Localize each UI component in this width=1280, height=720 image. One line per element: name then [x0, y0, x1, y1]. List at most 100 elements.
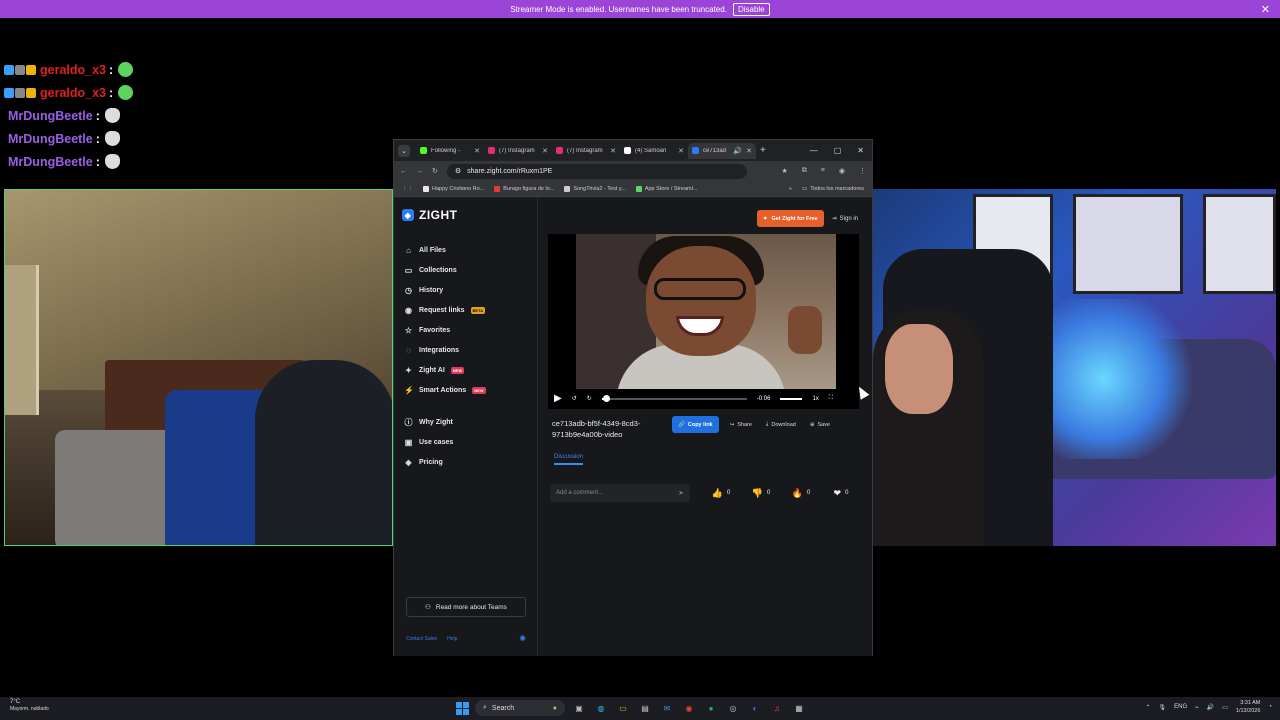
share-button[interactable]: ↪ Share [727, 416, 755, 433]
chat-overlay: geraldo_x3: geraldo_x3: MrDungBeetle: MrDun… [4, 58, 134, 173]
tab-close-icon[interactable]: ✕ [610, 147, 616, 155]
sidebar-item-all-files[interactable]: ⌂ All Files [402, 240, 529, 260]
browser-tab[interactable]: (7) Instagram ✕ [552, 143, 620, 159]
save-button[interactable]: ⊕ Save [807, 416, 833, 433]
close-icon[interactable]: ✕ [1261, 3, 1270, 16]
sidebar-item-pricing[interactable]: ◈ Pricing [402, 452, 529, 472]
zight-logo[interactable]: ◆ ZIGHT [402, 208, 529, 222]
reaction-button[interactable]: 👎 0 [744, 484, 778, 502]
profile-icon[interactable]: ◉ [839, 167, 845, 175]
copy-link-button[interactable]: 🔗 Copy link [672, 416, 719, 433]
start-button-icon[interactable] [456, 701, 469, 715]
obs-icon[interactable]: ◎ [725, 700, 741, 716]
video-player[interactable]: ▶ ↺ ↻ -0:06 1x ⛶ [548, 234, 859, 409]
sidebar-item-label: History [419, 286, 444, 294]
language-indicator[interactable]: ENG [1174, 704, 1187, 710]
media-icon[interactable]: ≡ [821, 167, 825, 175]
tab-favicon-icon [692, 147, 699, 154]
chrome-icon[interactable]: ◉ [681, 700, 697, 716]
sidebar-item-use-cases[interactable]: ▣ Use cases [402, 432, 529, 452]
green-emote-icon [118, 62, 134, 77]
bookmark-item[interactable]: SongTrivia2 - Test y... [564, 185, 626, 192]
forward-button[interactable]: → [416, 168, 423, 175]
volume-icon[interactable]: 🔊 [1207, 704, 1214, 711]
network-icon[interactable]: ⌁ [1195, 704, 1199, 711]
new-tab-button[interactable]: + [760, 145, 766, 156]
seek-bar[interactable] [601, 394, 747, 402]
playback-speed[interactable]: 1x [812, 396, 818, 402]
fullscreen-icon[interactable]: ⛶ [829, 395, 833, 402]
reaction-button[interactable]: 👍 0 [704, 484, 738, 502]
browser-tab[interactable]: (4) Samoan ✕ [620, 143, 688, 159]
mail-icon[interactable]: ✉ [659, 700, 675, 716]
tab-close-icon[interactable]: ✕ [678, 147, 684, 155]
sidebar-item-request-links[interactable]: ◉ Request links BETA [402, 300, 529, 320]
tab-search-dropdown[interactable]: ⌄ [398, 144, 410, 157]
tab-audio-icon[interactable]: 🔊 [733, 147, 742, 155]
browser-tab[interactable]: Following - ✕ [416, 143, 484, 159]
edge-icon[interactable]: ◍ [593, 700, 609, 716]
sidebar-item-integrations[interactable]: ◌ Integrations [402, 340, 529, 360]
sidebar-item-why-zight[interactable]: ⓘ Why Zight [402, 412, 529, 432]
tray-overflow-icon[interactable]: ⌃ [1145, 704, 1150, 711]
clock[interactable]: 3:31 AM 1/13/2026 [1236, 699, 1260, 715]
forward-icon[interactable]: ↻ [587, 395, 592, 402]
download-button[interactable]: ⤓ Download [763, 416, 799, 433]
spotify-icon[interactable]: ● [703, 700, 719, 716]
minimize-button[interactable]: — [810, 146, 818, 155]
taskbar-search[interactable]: ⌕ Search ● [475, 700, 565, 716]
tab-discussion[interactable]: Discussion [554, 454, 584, 465]
battery-icon[interactable]: ▭ [1222, 704, 1228, 711]
sidebar-item-collections[interactable]: ▭ Collections [402, 260, 529, 280]
back-button[interactable]: ← [400, 168, 407, 175]
discord-icon[interactable]: ◐ [747, 700, 763, 716]
file-explorer-icon[interactable]: ▭ [615, 700, 631, 716]
reaction-button[interactable]: 🔥 0 [784, 484, 818, 502]
notifications-icon[interactable]: ◔ [1268, 704, 1272, 710]
site-info-icon[interactable]: ⚙ [455, 167, 461, 175]
sidebar-item-history[interactable]: ◷ History [402, 280, 529, 300]
sidebar-item-favorites[interactable]: ☆ Favorites [402, 320, 529, 340]
bookmark-item[interactable]: Happy Cristiano Ro... [423, 185, 484, 192]
send-icon[interactable]: ➤ [678, 489, 684, 497]
browser-tab[interactable]: (7) Instagram ✕ [484, 143, 552, 159]
app-icon[interactable]: ▦ [791, 700, 807, 716]
bookmarks-overflow[interactable]: » [789, 186, 792, 192]
bookmark-star-icon[interactable]: ★ [782, 167, 788, 175]
get-zight-free-button[interactable]: ✦ Get Zight for Free [756, 210, 824, 227]
tab-close-icon[interactable]: ✕ [542, 147, 548, 155]
apps-grid-icon[interactable]: ⋮⋮ [402, 186, 413, 192]
address-bar: ← → ↻ ⚙ share.zight.com/rRuxm1PE ★ ⧉ ≡ ◉… [394, 161, 872, 181]
video-frame[interactable] [576, 234, 836, 389]
extensions-icon[interactable]: ⧉ [802, 167, 807, 175]
menu-icon[interactable]: ⋮ [859, 167, 866, 175]
browser-tab[interactable]: ce713ad 🔊 ✕ [688, 142, 756, 159]
settings-icon[interactable]: ✺ [519, 634, 526, 643]
store-icon[interactable]: ▤ [637, 700, 653, 716]
disable-streamer-mode-button[interactable]: Disable [732, 2, 770, 16]
close-window-button[interactable]: ✕ [857, 146, 864, 155]
all-bookmarks[interactable]: ▭ Todos los marcadores [802, 186, 864, 192]
sidebar-item-smart-actions[interactable]: ⚡ Smart Actions NEW [402, 380, 529, 400]
bookmark-item[interactable]: Burago figura de lo... [494, 185, 554, 192]
maximize-button[interactable]: ▢ [834, 146, 842, 155]
reaction-button[interactable]: ❤ 0 [824, 484, 858, 502]
bookmark-item[interactable]: App Store / Streaml... [635, 185, 697, 192]
weather-widget[interactable]: 7°C Mayorm. nublado [10, 699, 49, 713]
tab-close-icon[interactable]: ✕ [746, 147, 752, 155]
contact-sales-link[interactable]: Contact Sales [406, 636, 437, 642]
comment-input[interactable]: Add a comment... ➤ [550, 484, 690, 502]
play-icon[interactable]: ▶ [554, 393, 562, 404]
mic-icon[interactable]: 🎙 [1158, 704, 1166, 711]
volume-slider[interactable] [780, 397, 803, 400]
reload-button[interactable]: ↻ [432, 167, 438, 175]
rewind-icon[interactable]: ↺ [572, 395, 577, 402]
url-field[interactable]: ⚙ share.zight.com/rRuxm1PE [446, 163, 747, 179]
read-more-teams-button[interactable]: ⚇ Read more about Teams [406, 597, 526, 617]
sidebar-item-zight-ai[interactable]: ✦ Zight AI NEW [402, 360, 529, 380]
help-link[interactable]: Help [447, 636, 457, 642]
tab-close-icon[interactable]: ✕ [474, 147, 480, 155]
task-view-icon[interactable]: ▣ [571, 700, 587, 716]
sign-in-link[interactable]: ⇥ Sign in [832, 215, 858, 223]
music-icon[interactable]: ♫ [769, 700, 785, 716]
